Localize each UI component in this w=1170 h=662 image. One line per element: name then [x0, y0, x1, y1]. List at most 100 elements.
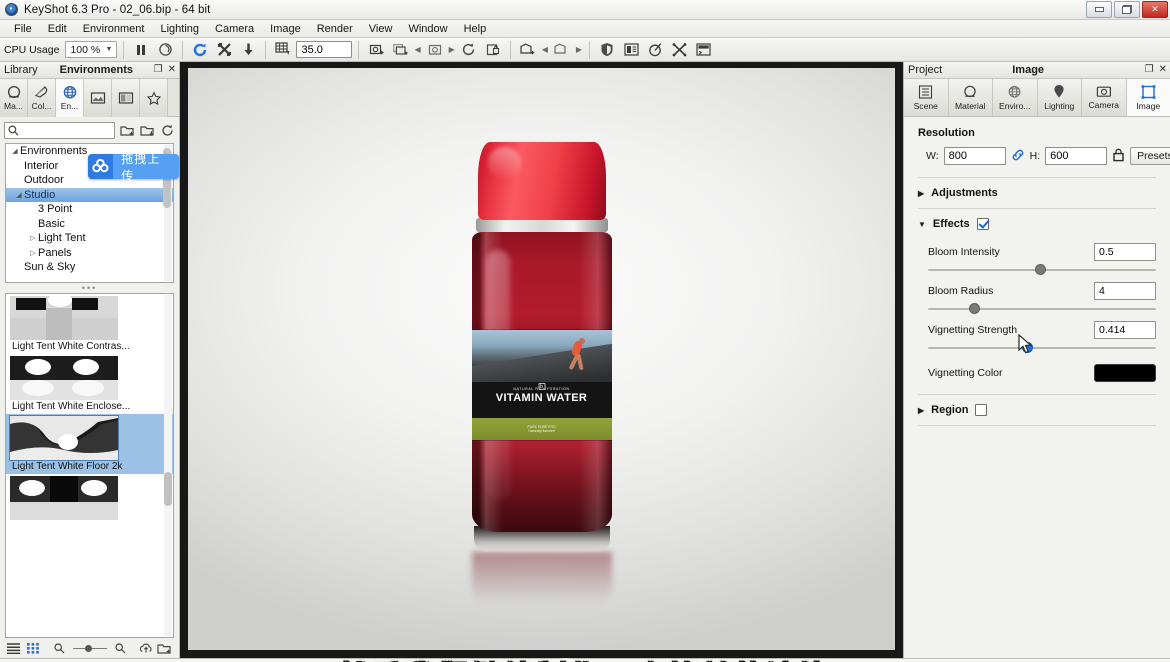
- slider-knob[interactable]: [1022, 342, 1034, 353]
- undock-icon[interactable]: ❐: [1145, 65, 1154, 75]
- menu-view[interactable]: View: [361, 20, 401, 38]
- tree-item-studio[interactable]: ◢ Studio: [6, 187, 173, 202]
- import-folder-icon[interactable]: [120, 123, 135, 138]
- lock-camera-button[interactable]: [482, 40, 504, 60]
- menu-help[interactable]: Help: [456, 20, 495, 38]
- slider-knob[interactable]: [969, 303, 981, 314]
- reset-camera-button[interactable]: [458, 40, 480, 60]
- bloom-radius-input[interactable]: [1094, 281, 1156, 300]
- library-tab-label[interactable]: Library: [4, 64, 38, 76]
- library-tab-environments[interactable]: En...: [56, 79, 84, 117]
- tab-scene[interactable]: Scene: [904, 79, 949, 116]
- tree-item-basic[interactable]: Basic: [6, 217, 173, 232]
- library-tab-favorites[interactable]: [140, 79, 168, 117]
- close-button[interactable]: ✕: [1142, 1, 1168, 18]
- menu-image[interactable]: Image: [262, 20, 309, 38]
- next-camera-button[interactable]: ▶: [448, 45, 456, 54]
- prev-camera-button[interactable]: ◀: [413, 45, 421, 54]
- grid-button[interactable]: [272, 40, 294, 60]
- next-model-set-button[interactable]: ▶: [575, 45, 583, 54]
- library-tab-textures[interactable]: [112, 79, 140, 117]
- twisty-icon[interactable]: ▷: [28, 249, 38, 257]
- zoom-in-icon[interactable]: [113, 641, 128, 656]
- menu-camera[interactable]: Camera: [207, 20, 262, 38]
- export-folder-icon[interactable]: [140, 123, 155, 138]
- menu-render[interactable]: Render: [309, 20, 361, 38]
- move-tool-button[interactable]: [213, 40, 235, 60]
- console-button[interactable]: [692, 40, 714, 60]
- add-folder-icon[interactable]: [157, 641, 172, 656]
- vignetting-strength-input[interactable]: [1094, 320, 1156, 339]
- vignetting-color-swatch[interactable]: [1094, 364, 1156, 382]
- menu-edit[interactable]: Edit: [40, 20, 75, 38]
- vignetting-strength-slider[interactable]: [928, 341, 1156, 355]
- effects-checkbox[interactable]: [976, 218, 989, 230]
- library-tab-backplates[interactable]: [84, 79, 112, 117]
- render-viewport[interactable]: b NATURAL RE-HYDRATION VITAMIN WATER PUR…: [180, 62, 903, 658]
- effects-section-header[interactable]: ▼ Effects: [904, 209, 1170, 239]
- tab-material[interactable]: Material: [948, 79, 993, 116]
- tree-item-3-point[interactable]: 3 Point: [6, 202, 173, 217]
- tab-environment[interactable]: Enviro...: [993, 79, 1038, 116]
- add-model-set-button[interactable]: [517, 40, 539, 60]
- region-render-button[interactable]: [644, 40, 666, 60]
- refresh-library-icon[interactable]: [160, 123, 175, 138]
- twisty-icon[interactable]: ◢: [10, 147, 20, 155]
- tab-camera[interactable]: Camera: [1082, 79, 1127, 116]
- menu-lighting[interactable]: Lighting: [152, 20, 207, 38]
- menu-window[interactable]: Window: [400, 20, 455, 38]
- restore-button[interactable]: [1114, 1, 1140, 18]
- model-set-button[interactable]: [551, 40, 573, 60]
- width-input[interactable]: [943, 147, 1006, 165]
- lock-icon[interactable]: [1112, 148, 1125, 165]
- panel-splitter[interactable]: •••: [0, 283, 179, 293]
- thumbnail-scrollbar-thumb[interactable]: [164, 472, 172, 506]
- list-item[interactable]: [6, 474, 173, 523]
- chevron-right-icon[interactable]: ▶: [918, 189, 924, 198]
- pause-button[interactable]: [130, 40, 152, 60]
- region-section-header[interactable]: ▶ Region: [904, 395, 1170, 425]
- prev-model-set-button[interactable]: ◀: [541, 45, 549, 54]
- thumb-size-slider[interactable]: [73, 644, 107, 652]
- environment-thumbnail-list[interactable]: Light Tent White Contras... Light Tent W…: [5, 293, 174, 638]
- library-tab-materials[interactable]: Ma...: [0, 79, 28, 117]
- library-tab-colors[interactable]: Col...: [28, 79, 56, 117]
- slider-knob[interactable]: [1035, 264, 1047, 275]
- duplicate-camera-button[interactable]: [389, 40, 411, 60]
- tree-item-panels[interactable]: ▷ Panels: [6, 246, 173, 261]
- performance-mode-button[interactable]: [154, 40, 176, 60]
- height-input[interactable]: [1045, 147, 1108, 165]
- tree-item-light-tent[interactable]: ▷ Light Tent: [6, 231, 173, 246]
- link-icon[interactable]: [1011, 148, 1025, 165]
- thumbnail-scrollbar[interactable]: [164, 295, 172, 636]
- chevron-down-icon[interactable]: ▼: [918, 220, 926, 229]
- list-item-selected[interactable]: Light Tent White Floor 2k: [6, 414, 173, 474]
- drag-upload-badge[interactable]: 拖拽上传: [88, 152, 179, 183]
- network-button[interactable]: [668, 40, 690, 60]
- project-tab-label[interactable]: Project: [908, 64, 942, 76]
- tab-image[interactable]: Image: [1126, 79, 1170, 116]
- undock-icon[interactable]: ❐: [154, 65, 163, 75]
- thumb-size-slider-knob[interactable]: [85, 644, 92, 652]
- list-view-icon[interactable]: [6, 641, 21, 656]
- render-canvas[interactable]: b NATURAL RE-HYDRATION VITAMIN WATER PUR…: [188, 68, 895, 650]
- region-checkbox[interactable]: [975, 404, 988, 416]
- cloud-upload-icon[interactable]: [138, 641, 153, 656]
- shield-button[interactable]: [596, 40, 618, 60]
- minimize-button[interactable]: [1086, 1, 1112, 18]
- camera-button[interactable]: [424, 40, 446, 60]
- close-panel-icon[interactable]: ✕: [1159, 65, 1167, 75]
- bloom-radius-slider[interactable]: [928, 302, 1156, 316]
- menu-environment[interactable]: Environment: [75, 20, 153, 38]
- tree-item-sun-and-sky[interactable]: Sun & Sky: [6, 260, 173, 275]
- environments-tab-label[interactable]: Environments: [60, 64, 133, 76]
- drop-to-ground-button[interactable]: [237, 40, 259, 60]
- bottle-model[interactable]: b NATURAL RE-HYDRATION VITAMIN WATER PUR…: [471, 142, 612, 612]
- layout-button[interactable]: [620, 40, 642, 60]
- menu-file[interactable]: File: [6, 20, 40, 38]
- grid-view-icon[interactable]: [25, 641, 40, 656]
- adjustments-section-header[interactable]: ▶ Adjustments: [904, 178, 1170, 208]
- add-camera-button[interactable]: [365, 40, 387, 60]
- list-item[interactable]: Light Tent White Enclose...: [6, 354, 173, 414]
- list-item[interactable]: Light Tent White Contras...: [6, 294, 173, 354]
